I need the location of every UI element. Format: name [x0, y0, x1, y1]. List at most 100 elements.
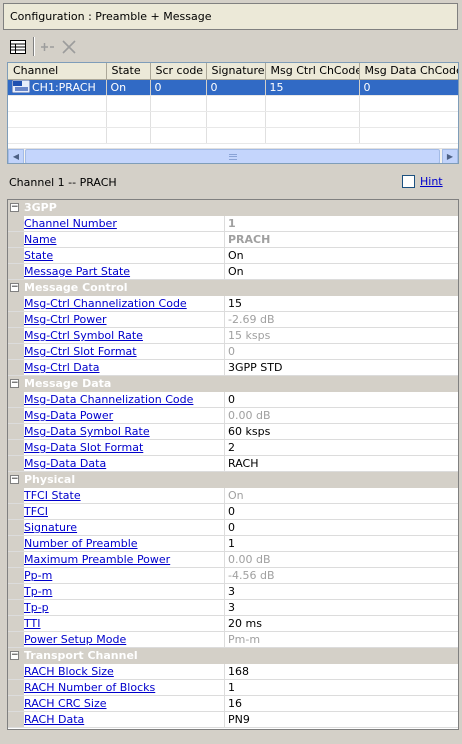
delete-button[interactable] — [58, 36, 80, 57]
collapse-icon[interactable]: − — [10, 283, 19, 292]
property-value[interactable]: 1 — [225, 536, 235, 551]
property-name[interactable]: Number of Preamble — [24, 536, 225, 551]
scroll-right-button[interactable]: ▶ — [442, 149, 458, 163]
property-value[interactable]: 15 — [225, 296, 242, 311]
property-row-rach-crc-size[interactable]: RACH CRC Size 16 — [8, 696, 458, 712]
cell-state[interactable]: On — [106, 79, 151, 96]
property-value[interactable]: 60 ksps — [225, 424, 270, 439]
property-value[interactable]: 1 — [225, 680, 235, 695]
property-value[interactable]: 168 — [225, 664, 249, 679]
column-header-msg-ctrl-chcode[interactable]: Msg Ctrl ChCode — [265, 63, 360, 80]
property-row-name[interactable]: Name PRACH — [8, 232, 458, 248]
property-row-channel-number[interactable]: Channel Number 1 — [8, 216, 458, 232]
property-name[interactable]: Msg-Data Data — [24, 456, 225, 471]
property-row-tfci[interactable]: TFCI 0 — [8, 504, 458, 520]
add-button[interactable] — [36, 36, 58, 57]
property-name[interactable]: Message Part State — [24, 264, 225, 279]
property-name[interactable]: RACH Number of Blocks — [24, 680, 225, 695]
category-message-data[interactable]: − Message Data — [8, 376, 458, 392]
property-value[interactable]: 3GPP STD — [225, 360, 282, 375]
category-3gpp[interactable]: −3GPP — [8, 200, 458, 216]
property-name[interactable]: Maximum Preamble Power — [24, 552, 225, 567]
column-header-channel[interactable]: Channel — [8, 63, 107, 80]
property-name[interactable]: Msg-Data Slot Format — [24, 440, 225, 455]
property-name[interactable]: Pp-m — [24, 568, 225, 583]
property-row-rach-data[interactable]: RACH Data PN9 — [8, 712, 458, 728]
property-name[interactable]: Signature — [24, 520, 225, 535]
property-row-tfci-state[interactable]: TFCI State On — [8, 488, 458, 504]
property-name[interactable]: RACH Block Size — [24, 664, 225, 679]
property-row-state[interactable]: State On — [8, 248, 458, 264]
property-value[interactable]: RACH — [225, 456, 258, 471]
property-row-msg-ctrl-data[interactable]: Msg-Ctrl Data 3GPP STD — [8, 360, 458, 376]
property-row-number-of-preamble[interactable]: Number of Preamble 1 — [8, 536, 458, 552]
property-row-msg-ctrl-power[interactable]: Msg-Ctrl Power -2.69 dB — [8, 312, 458, 328]
property-row-msg-data-data[interactable]: Msg-Data Data RACH — [8, 456, 458, 472]
category-message-control[interactable]: − Message Control — [8, 280, 458, 296]
property-row-rach-number-of-blocks[interactable]: RACH Number of Blocks 1 — [8, 680, 458, 696]
checkbox-icon[interactable] — [402, 175, 415, 188]
property-name[interactable]: Channel Number — [24, 216, 225, 231]
property-value[interactable]: 2 — [225, 440, 235, 455]
collapse-icon[interactable]: − — [10, 475, 19, 484]
property-row-msg-data-power[interactable]: Msg-Data Power 0.00 dB — [8, 408, 458, 424]
column-header-state[interactable]: State — [106, 63, 151, 80]
scroll-thumb[interactable] — [25, 149, 440, 163]
scroll-left-button[interactable]: ◀ — [8, 149, 24, 163]
property-value[interactable]: On — [225, 248, 244, 263]
property-value[interactable]: 20 ms — [225, 616, 262, 631]
property-row-tp-m[interactable]: Tp-m 3 — [8, 584, 458, 600]
collapse-icon[interactable]: − — [10, 651, 19, 660]
cell-scr-code[interactable]: 0 — [150, 79, 207, 96]
property-name[interactable]: Tp-p — [24, 600, 225, 615]
property-name[interactable]: Tp-m — [24, 584, 225, 599]
property-name[interactable]: State — [24, 248, 225, 263]
property-name[interactable]: Name — [24, 232, 225, 247]
property-row-msg-data-channelization-code[interactable]: Msg-Data Channelization Code 0 — [8, 392, 458, 408]
hint-label[interactable]: Hint — [420, 175, 443, 188]
property-row-tti[interactable]: TTI 20 ms — [8, 616, 458, 632]
column-header-msg-data-chcode[interactable]: Msg Data ChCode — [359, 63, 458, 80]
property-name[interactable]: Msg-Ctrl Data — [24, 360, 225, 375]
table-row[interactable]: CH1:PRACH On 0 0 15 0 — [8, 79, 458, 96]
property-value[interactable]: 0 — [225, 504, 235, 519]
cell-msg-ctrl-chcode[interactable]: 15 — [265, 79, 360, 96]
category-transport-channel[interactable]: − Transport Channel — [8, 648, 458, 664]
property-row-rach-block-size[interactable]: RACH Block Size 168 — [8, 664, 458, 680]
property-name[interactable]: TTI — [24, 616, 225, 631]
property-name[interactable]: Msg-Ctrl Slot Format — [24, 344, 225, 359]
property-name[interactable]: TFCI — [24, 504, 225, 519]
horizontal-scrollbar[interactable]: ◀ ▶ — [8, 148, 458, 163]
cell-msg-data-chcode[interactable]: 0 — [359, 79, 458, 96]
property-row-maximum-preamble-power[interactable]: Maximum Preamble Power 0.00 dB — [8, 552, 458, 568]
property-name[interactable]: TFCI State — [24, 488, 225, 503]
property-name[interactable]: Msg-Ctrl Channelization Code — [24, 296, 225, 311]
property-value[interactable]: 3 — [225, 600, 235, 615]
property-name[interactable]: RACH CRC Size — [24, 696, 225, 711]
column-header-signature[interactable]: Signature — [206, 63, 266, 80]
category-physical[interactable]: − Physical — [8, 472, 458, 488]
collapse-icon[interactable]: − — [10, 379, 19, 388]
column-header-scr-code[interactable]: Scr code — [150, 63, 207, 80]
property-value[interactable]: 3 — [225, 584, 235, 599]
table-icon-button[interactable] — [7, 36, 29, 57]
property-row-message-part-state[interactable]: Message Part State On — [8, 264, 458, 280]
property-row-power-setup-mode[interactable]: Power Setup Mode Pm-m — [8, 632, 458, 648]
property-row-signature[interactable]: Signature 0 — [8, 520, 458, 536]
property-row-pp-m[interactable]: Pp-m -4.56 dB — [8, 568, 458, 584]
property-value[interactable]: 0 — [225, 392, 235, 407]
property-name[interactable]: Msg-Data Symbol Rate — [24, 424, 225, 439]
property-name[interactable]: Msg-Data Channelization Code — [24, 392, 225, 407]
cell-signature[interactable]: 0 — [206, 79, 266, 96]
collapse-icon[interactable]: − — [10, 203, 19, 212]
property-row-tp-p[interactable]: Tp-p 3 — [8, 600, 458, 616]
property-name[interactable]: Power Setup Mode — [24, 632, 225, 647]
property-value[interactable]: 16 — [225, 696, 242, 711]
property-value[interactable]: PN9 — [225, 712, 250, 727]
property-name[interactable]: Msg-Ctrl Symbol Rate — [24, 328, 225, 343]
property-name[interactable]: RACH Data — [24, 712, 225, 727]
hint-checkbox[interactable]: Hint — [402, 175, 443, 188]
property-name[interactable]: Msg-Data Power — [24, 408, 225, 423]
property-name[interactable]: Msg-Ctrl Power — [24, 312, 225, 327]
property-row-msg-data-symbol-rate[interactable]: Msg-Data Symbol Rate 60 ksps — [8, 424, 458, 440]
